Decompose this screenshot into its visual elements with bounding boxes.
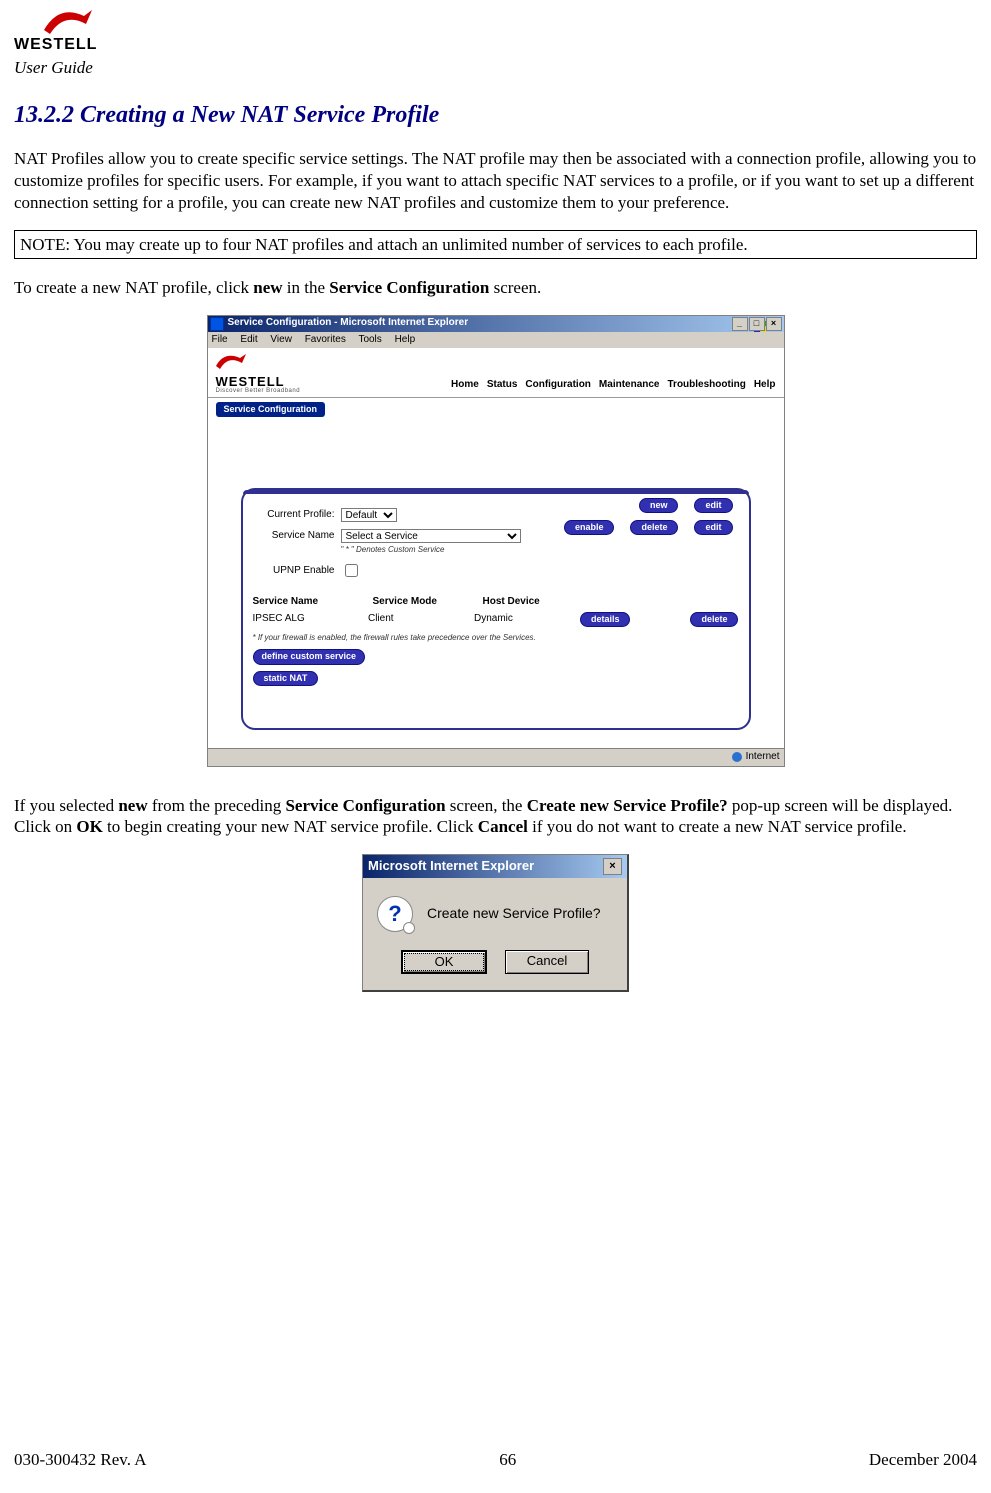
cancel-button[interactable]: Cancel <box>505 950 589 974</box>
current-profile-select[interactable]: Default <box>341 508 397 522</box>
brand-wordmark: WESTELL <box>216 375 301 388</box>
dialog-title: Microsoft Internet Explorer <box>368 858 534 874</box>
static-nat-button[interactable]: static NAT <box>253 671 319 686</box>
status-bar: Internet <box>208 748 784 766</box>
firewall-footnote: * If your firewall is enabled, the firew… <box>253 633 739 643</box>
menu-help[interactable]: Help <box>395 334 416 345</box>
td-service-name: IPSEC ALG <box>253 613 338 626</box>
menu-edit[interactable]: Edit <box>240 334 257 345</box>
dialog-close-button[interactable]: × <box>603 858 622 875</box>
nav-status[interactable]: Status <box>487 379 518 392</box>
service-name-select[interactable]: Select a Service <box>341 529 521 543</box>
globe-icon <box>732 752 742 762</box>
td-service-mode: Client <box>368 613 444 626</box>
doc-label: User Guide <box>14 57 977 78</box>
window-titlebar: Service Configuration - Microsoft Intern… <box>208 316 784 332</box>
label-current-profile: Current Profile: <box>253 509 341 522</box>
question-icon: ? <box>377 896 413 932</box>
footer-left: 030-300432 Rev. A <box>14 1449 147 1470</box>
tab-service-configuration[interactable]: Service Configuration <box>216 402 326 417</box>
details-button[interactable]: details <box>580 612 631 627</box>
config-panel: new edit Current Profile: Default enable… <box>241 488 751 730</box>
menu-file[interactable]: File <box>212 334 228 345</box>
menu-tools[interactable]: Tools <box>358 334 381 345</box>
dialog-message: Create new Service Profile? <box>427 905 601 923</box>
enable-button[interactable]: enable <box>564 520 615 535</box>
th-service-name: Service Name <box>253 596 343 609</box>
label-service-name: Service Name <box>253 530 341 543</box>
nav-help[interactable]: Help <box>754 379 776 392</box>
nav-home[interactable]: Home <box>451 379 479 392</box>
after-screenshot-paragraph: If you selected new from the preceding S… <box>14 795 977 839</box>
instruction-paragraph: To create a new NAT profile, click new i… <box>14 277 977 299</box>
brand-logo: WESTELL <box>14 10 104 55</box>
swoosh-icon <box>216 354 246 370</box>
section-number: 13.2.2 <box>14 102 74 128</box>
note-box: NOTE: You may create up to four NAT prof… <box>14 230 977 259</box>
section-heading: 13.2.2 Creating a New NAT Service Profil… <box>14 100 977 130</box>
browser-menu: File Edit View Favorites Tools Help <box>208 332 784 349</box>
menu-favorites[interactable]: Favorites <box>305 334 346 345</box>
main-nav: Home Status Configuration Maintenance Tr… <box>451 379 775 396</box>
close-button[interactable]: × <box>766 317 782 331</box>
footer-page-number: 66 <box>499 1449 516 1470</box>
td-host-device: Dynamic <box>474 613 550 626</box>
edit-button-2[interactable]: edit <box>694 520 732 535</box>
ok-button[interactable]: OK <box>401 950 487 974</box>
denotes-note: " * " Denotes Custom Service <box>341 545 445 555</box>
delete-row-button[interactable]: delete <box>690 612 738 627</box>
nav-configuration[interactable]: Configuration <box>525 379 591 392</box>
define-custom-service-button[interactable]: define custom service <box>253 649 366 664</box>
minimize-button[interactable]: _ <box>732 317 748 331</box>
nav-maintenance[interactable]: Maintenance <box>599 379 660 392</box>
brand-wordmark: WESTELL <box>14 35 97 55</box>
nav-troubleshooting[interactable]: Troubleshooting <box>668 379 746 392</box>
footer-right: December 2004 <box>869 1449 977 1470</box>
ie-logo-icon <box>210 317 224 331</box>
status-text: Internet <box>746 751 780 764</box>
brand-tagline: Discover Better Broadband <box>216 388 301 396</box>
intro-paragraph: NAT Profiles allow you to create specifi… <box>14 148 977 213</box>
window-title: Service Configuration - Microsoft Intern… <box>228 317 469 330</box>
edit-button[interactable]: edit <box>694 498 732 513</box>
th-service-mode: Service Mode <box>373 596 453 609</box>
page-footer: 030-300432 Rev. A 66 December 2004 <box>14 1449 977 1470</box>
swoosh-icon <box>44 10 92 38</box>
screenshot-create-profile-dialog: Microsoft Internet Explorer × ? Create n… <box>362 854 629 992</box>
section-title-text: Creating a New NAT Service Profile <box>80 102 439 128</box>
new-button[interactable]: new <box>639 498 679 513</box>
label-upnp-enable: UPNP Enable <box>253 565 341 578</box>
delete-button[interactable]: delete <box>630 520 678 535</box>
maximize-button[interactable]: □ <box>749 317 765 331</box>
menu-view[interactable]: View <box>270 334 292 345</box>
screenshot-service-configuration: Service Configuration - Microsoft Intern… <box>207 315 785 767</box>
th-host-device: Host Device <box>483 596 563 609</box>
upnp-enable-checkbox[interactable] <box>345 564 358 577</box>
